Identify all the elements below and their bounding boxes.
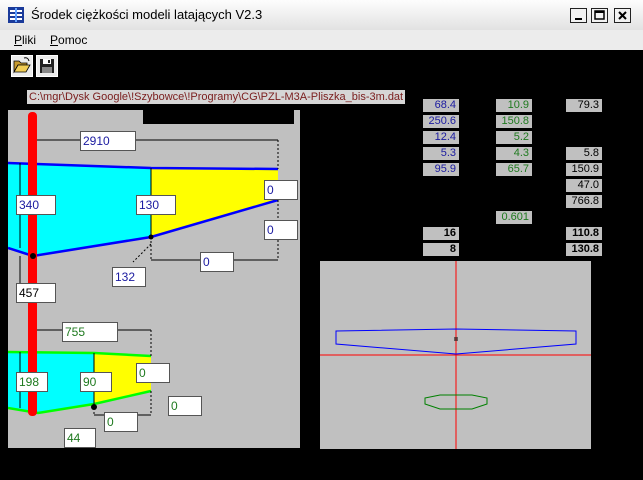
minimize-button[interactable] [570,8,587,23]
wing-drawing-panel: 2910 340 130 0 0 0 132 457 755 198 90 0 … [8,110,300,448]
file-path: C:\mgr\Dysk Google\!Szybowce\!Programy\C… [27,90,406,104]
menu-bar: Pliki Pomoc [0,30,643,50]
menu-pliki-label: liki [22,33,37,47]
wing-tip-offset-lower-field[interactable]: 0 [264,220,298,240]
wing-diagram [8,112,279,416]
maximize-button[interactable] [591,8,608,23]
maximize-icon [594,10,605,20]
tail-tip-offset-upper-field[interactable]: 0 [136,363,170,383]
wing-root-chord-field[interactable]: 340 [16,195,56,215]
result-col3-0: 79.3 [566,99,602,112]
open-folder-icon [13,57,31,74]
menu-pliki[interactable]: Pliki [14,33,36,47]
result-col2-1: 150.8 [496,115,532,128]
result-mid-bold-1: 8 [423,243,459,256]
result-col3-3: 47.0 [566,179,602,192]
result-col2-3: 4.3 [496,147,532,160]
close-icon [618,11,627,20]
app-icon [8,7,24,23]
result-col3-4: 766.8 [566,195,602,208]
tail-root-chord-field[interactable]: 198 [16,372,48,392]
tail-mid-chord-field[interactable]: 90 [80,372,112,392]
top-view-diagram [320,261,591,449]
save-file-button[interactable] [36,55,58,77]
wing-tip-offset-upper-field[interactable]: 0 [264,180,298,200]
close-button[interactable] [614,8,631,23]
save-disk-icon [40,59,54,73]
menu-pliki-accel: P [14,33,23,47]
status-bar-black [143,110,294,124]
result-col1-1: 250.6 [423,115,459,128]
result-right-bold-1: 130.8 [566,243,602,256]
open-file-button[interactable] [11,55,33,77]
tail-sweep-offset-field[interactable]: 0 [104,412,138,432]
result-col1-0: 68.4 [423,99,459,112]
tail-span-field[interactable]: 755 [62,322,118,342]
result-col1-4: 95.9 [423,163,459,176]
result-col1-3: 5.3 [423,147,459,160]
wing-sweep-offset-field[interactable]: 0 [200,252,234,272]
wing-span-field[interactable]: 2910 [80,131,136,151]
wing-mid-chord-field[interactable]: 130 [136,195,176,215]
result-mid-bold-0: 16 [423,227,459,240]
tail-tip-offset-lower-field[interactable]: 0 [168,396,202,416]
menu-pomoc[interactable]: Pomoc [50,33,87,47]
tail-distance-field[interactable]: 457 [16,283,56,303]
top-view-preview [320,261,591,449]
result-col3-2: 150.9 [566,163,602,176]
spar-axis [28,112,37,416]
result-col3-1: 5.8 [566,147,602,160]
menu-pomoc-accel: P [50,33,59,47]
app-window: Środek ciężkości modeli latających V2.3 … [0,0,643,480]
result-col2-0: 10.9 [496,99,532,112]
window-title: Środek ciężkości modeli latających V2.3 [31,7,263,22]
result-col2-2: 5.2 [496,131,532,144]
menu-pomoc-label: omoc [58,33,88,47]
minimize-icon [575,18,582,20]
result-col2-5: 0.601 [496,211,532,224]
tail-break-position-field[interactable]: 44 [64,428,96,448]
result-right-bold-0: 110.8 [566,227,602,240]
toolbar [0,50,643,80]
result-col1-2: 12.4 [423,131,459,144]
result-col2-4: 65.7 [496,163,532,176]
wing-break-position-field[interactable]: 132 [112,267,146,287]
title-bar[interactable]: Środek ciężkości modeli latających V2.3 [0,0,643,31]
